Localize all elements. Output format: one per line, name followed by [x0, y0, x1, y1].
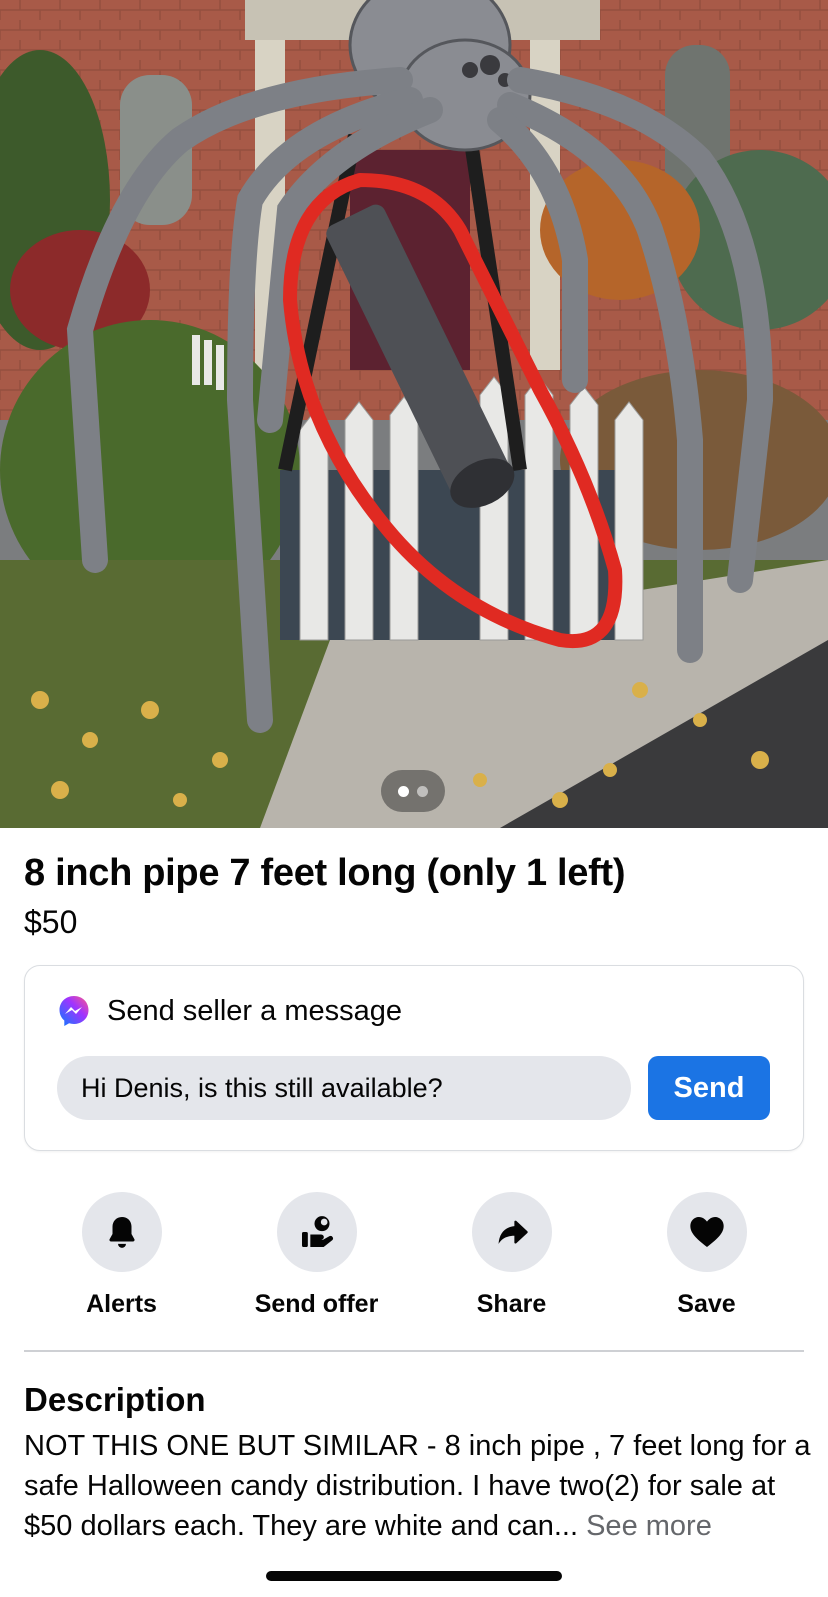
listing-title: 8 inch pipe 7 feet long (only 1 left): [24, 852, 626, 894]
send-offer-label: Send offer: [254, 1290, 379, 1318]
save-icon-circle: [666, 1192, 747, 1272]
send-button[interactable]: Send: [648, 1056, 770, 1120]
send-offer-button[interactable]: Send offer: [219, 1192, 414, 1322]
section-divider: [24, 1350, 804, 1352]
share-arrow-icon: [498, 1219, 528, 1244]
share-button[interactable]: Share: [414, 1192, 609, 1322]
message-input-value: Hi Denis, is this still available?: [81, 1072, 443, 1103]
photo-pager[interactable]: [381, 770, 445, 812]
action-row: Alerts Send offer Share Save: [24, 1192, 804, 1322]
listing-price: $50: [24, 904, 78, 940]
message-card-header: Send seller a message: [57, 994, 402, 1028]
heart-icon: [689, 1217, 724, 1247]
share-label: Share: [476, 1290, 547, 1318]
share-icon-circle: [471, 1192, 552, 1272]
pager-dot-active: [398, 785, 409, 797]
message-card-heading: Send seller a message: [107, 994, 402, 1027]
message-input[interactable]: Hi Denis, is this still available?: [57, 1056, 631, 1120]
save-button[interactable]: Save: [609, 1192, 804, 1322]
messenger-icon: [59, 996, 89, 1026]
photo-illustration: [0, 0, 828, 828]
see-more-link[interactable]: See more: [586, 1510, 712, 1542]
pager-dot: [417, 785, 428, 797]
message-seller-card: Send seller a message Hi Denis, is this …: [24, 965, 804, 1151]
send-offer-icon-circle: [276, 1192, 357, 1272]
description-heading: Description: [24, 1381, 206, 1418]
home-indicator[interactable]: [266, 1571, 562, 1581]
description-text: NOT THIS ONE BUT SIMILAR - 8 inch pipe ,…: [24, 1426, 814, 1546]
alerts-label: Alerts: [86, 1290, 157, 1318]
save-label: Save: [677, 1290, 736, 1318]
offer-icon: [301, 1216, 333, 1247]
alerts-button[interactable]: Alerts: [24, 1192, 219, 1322]
bell-icon: [108, 1216, 135, 1248]
listing-photo[interactable]: [0, 0, 828, 828]
alerts-icon-circle: [81, 1192, 162, 1272]
